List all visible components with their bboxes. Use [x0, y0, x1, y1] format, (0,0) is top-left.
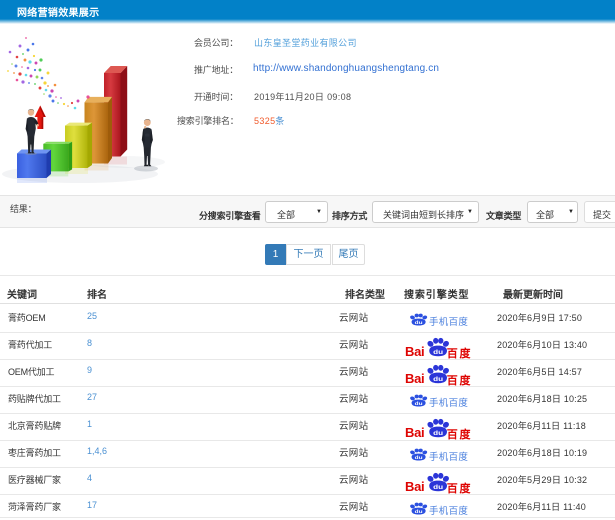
svg-text:du: du [414, 402, 422, 407]
svg-text:du: du [433, 483, 443, 491]
svg-text:du: du [433, 375, 443, 383]
svg-text:du: du [414, 510, 422, 515]
svg-text:du: du [414, 321, 422, 326]
svg-text:du: du [433, 429, 443, 437]
svg-text:du: du [414, 456, 422, 461]
svg-text:du: du [433, 348, 443, 356]
